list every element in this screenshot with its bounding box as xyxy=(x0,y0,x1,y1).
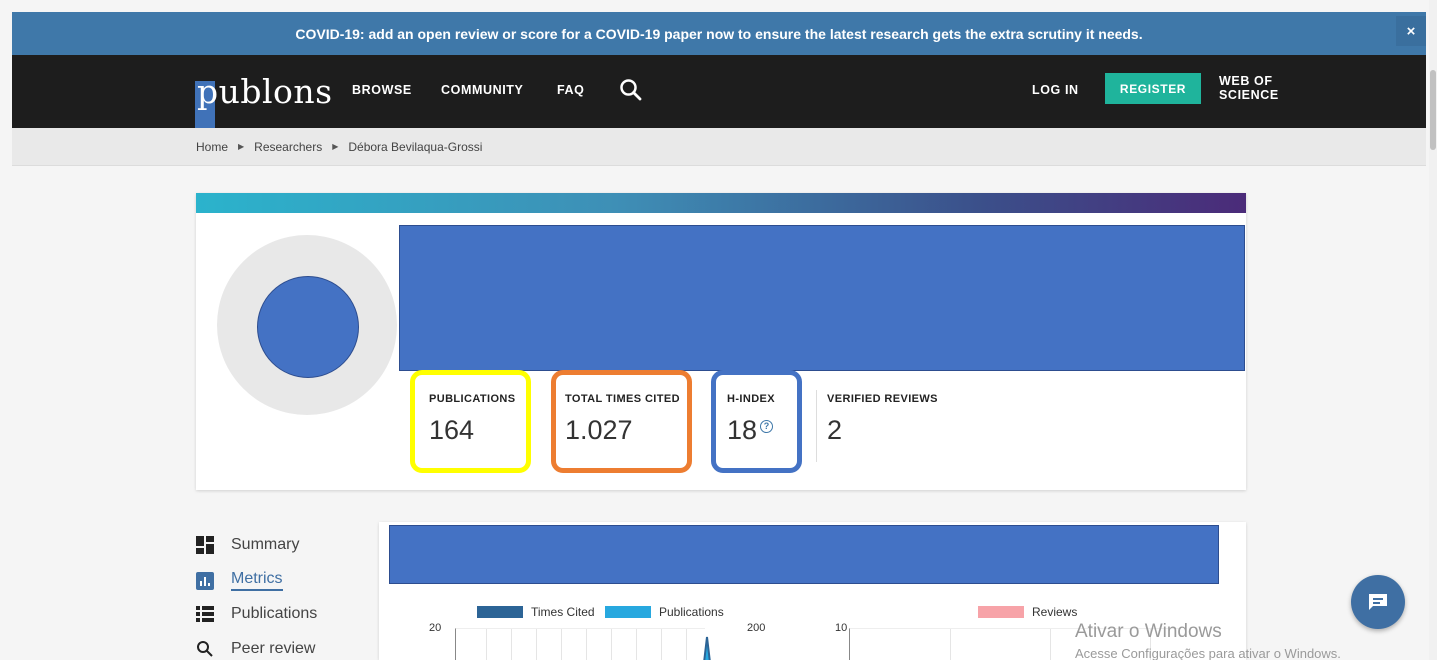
top-navbar: publons BROWSE COMMUNITY FAQ LOG IN REGI… xyxy=(12,55,1426,131)
breadcrumb: Home ▶ Researchers ▶ Débora Bevilaqua-Gr… xyxy=(12,128,1426,166)
side-nav-summary[interactable]: Summary xyxy=(196,536,299,554)
side-nav-label: Peer review xyxy=(231,640,316,657)
publications-icon xyxy=(196,605,214,623)
breadcrumb-arrow-icon: ▶ xyxy=(332,142,339,151)
metric-value: 2 xyxy=(827,415,843,445)
chat-button[interactable] xyxy=(1351,575,1405,629)
legend-swatch xyxy=(605,606,651,618)
metric-publications[interactable]: PUBLICATIONS 164 xyxy=(429,393,515,446)
nav-browse[interactable]: BROWSE xyxy=(352,83,412,97)
breadcrumb-home[interactable]: Home xyxy=(196,140,228,154)
metric-value: 18 xyxy=(727,415,758,445)
metric-value: 164 xyxy=(429,415,475,445)
chart-bar-mark xyxy=(703,636,711,660)
left-axis-tick: 20 xyxy=(429,622,442,634)
covid-banner: COVID-19: add an open review or score fo… xyxy=(12,12,1426,55)
covid-banner-text: COVID-19: add an open review or score fo… xyxy=(295,25,1143,42)
metric-verified-reviews[interactable]: VERIFIED REVIEWS 2 xyxy=(827,393,938,446)
register-button[interactable]: REGISTER xyxy=(1105,73,1201,104)
legend-swatch xyxy=(477,606,523,618)
legend-label: Times Cited xyxy=(531,605,595,619)
peer-review-icon xyxy=(196,640,214,658)
breadcrumb-researchers[interactable]: Researchers xyxy=(254,140,322,154)
breadcrumb-arrow-icon: ▶ xyxy=(238,142,245,151)
help-icon[interactable]: ? xyxy=(760,420,774,433)
windows-watermark-subtitle: Acesse Configurações para ativar o Windo… xyxy=(1075,646,1341,660)
metric-times-cited[interactable]: TOTAL TIMES CITED 1.027 xyxy=(565,393,680,446)
side-nav-metrics[interactable]: Metrics xyxy=(196,570,283,591)
windows-watermark-title: Ativar o Windows xyxy=(1075,621,1222,642)
side-nav-label: Metrics xyxy=(231,570,283,591)
web-of-science-link[interactable]: WEB OF SCIENCE xyxy=(1219,74,1299,102)
avatar xyxy=(257,276,359,378)
metric-label: TOTAL TIMES CITED xyxy=(565,393,680,405)
legend-reviews[interactable]: Reviews xyxy=(978,605,1077,619)
wos-line2: SCIENCE xyxy=(1219,88,1279,102)
logo-text: publons xyxy=(197,71,333,111)
profile-card: PUBLICATIONS 164 TOTAL TIMES CITED 1.027… xyxy=(196,193,1246,490)
metric-label: VERIFIED REVIEWS xyxy=(827,393,938,405)
nav-faq[interactable]: FAQ xyxy=(557,83,585,97)
metric-value-wrap: 18? xyxy=(727,415,775,446)
metric-label: H-INDEX xyxy=(727,393,776,405)
legend-label: Publications xyxy=(659,605,724,619)
metric-label: PUBLICATIONS xyxy=(429,393,516,405)
legend-publications[interactable]: Publications xyxy=(605,605,724,619)
nav-community[interactable]: COMMUNITY xyxy=(441,83,523,97)
legend-swatch xyxy=(978,606,1024,618)
scrollbar-thumb[interactable] xyxy=(1430,70,1436,150)
citations-chart-area xyxy=(455,628,711,660)
metric-h-index[interactable]: H-INDEX 18? xyxy=(727,393,775,446)
metrics-icon xyxy=(196,571,214,590)
chat-icon xyxy=(1369,594,1387,610)
side-nav-publications[interactable]: Publications xyxy=(196,605,317,623)
legend-times-cited[interactable]: Times Cited xyxy=(477,605,595,619)
nav-login[interactable]: LOG IN xyxy=(1032,83,1079,97)
profile-header-stripe xyxy=(196,193,1246,213)
side-nav-peer-review[interactable]: Peer review xyxy=(196,640,315,658)
redacted-metrics-header xyxy=(389,525,1219,584)
mid-axis-tick: 200 xyxy=(747,622,766,634)
legend-label: Reviews xyxy=(1032,605,1078,619)
publons-logo[interactable]: publons xyxy=(195,69,333,131)
close-banner-button[interactable]: × xyxy=(1396,16,1426,46)
side-nav-label: Summary xyxy=(231,536,300,553)
metric-divider xyxy=(816,390,817,462)
breadcrumb-current: Débora Bevilaqua-Grossi xyxy=(348,139,483,154)
metric-value: 1.027 xyxy=(565,415,633,445)
wos-line1: WEB OF xyxy=(1219,74,1273,88)
redacted-profile-name xyxy=(399,225,1245,371)
right-axis-tick: 10 xyxy=(835,622,848,634)
search-icon[interactable] xyxy=(618,77,644,103)
side-nav-label: Publications xyxy=(231,605,318,622)
summary-icon xyxy=(196,536,214,554)
